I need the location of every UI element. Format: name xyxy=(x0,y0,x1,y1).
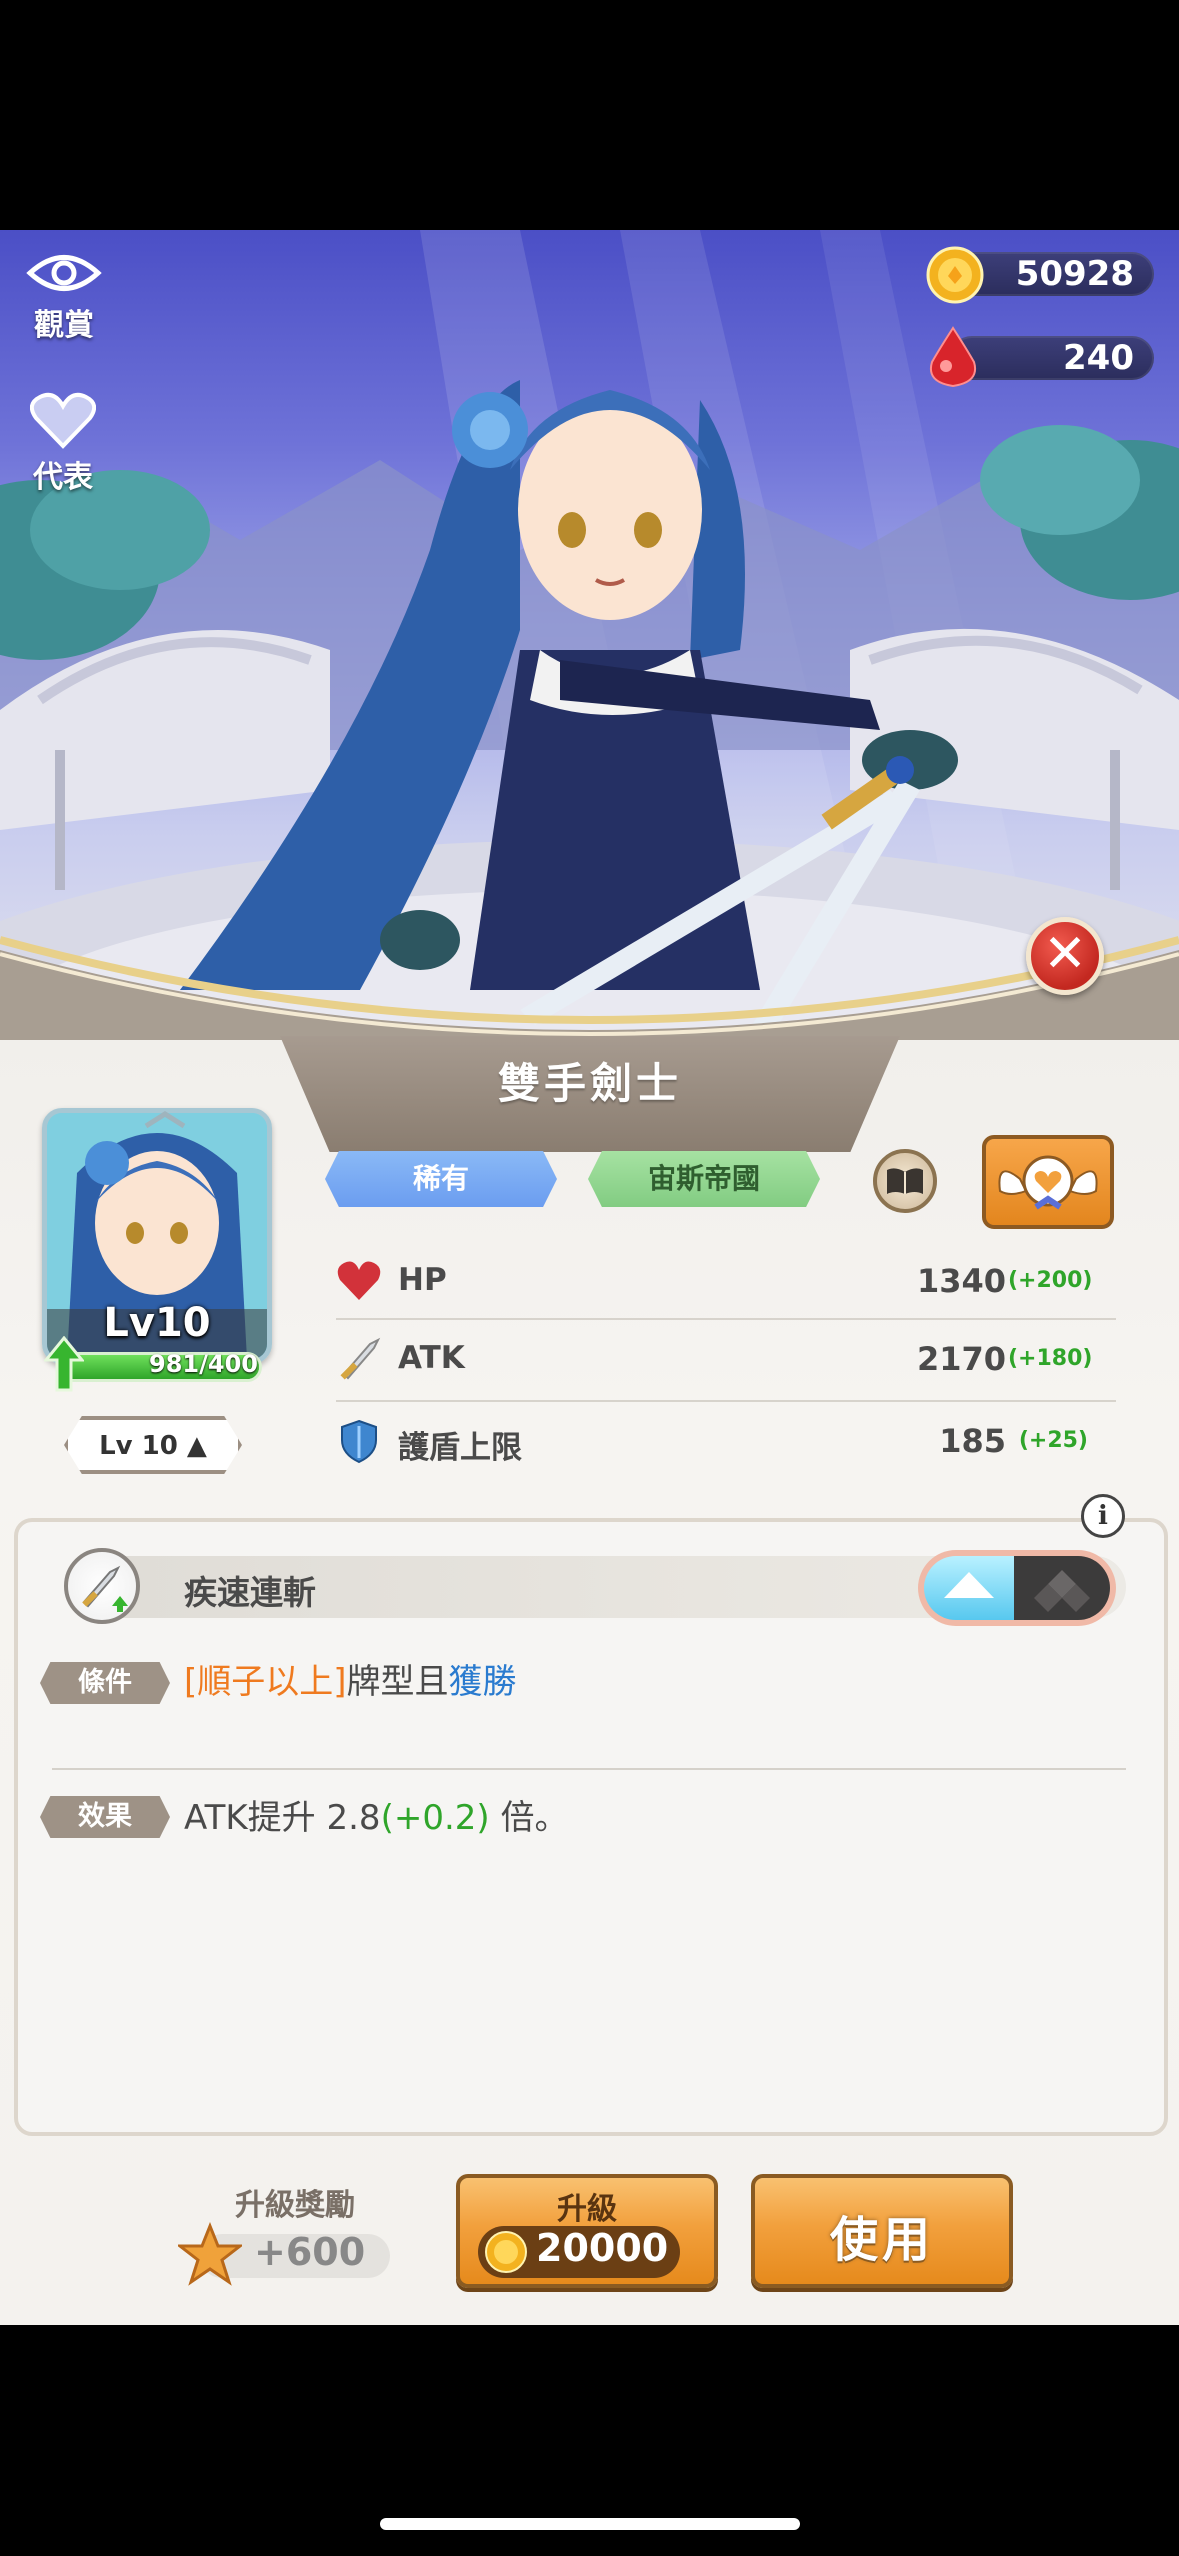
shield-icon xyxy=(341,1419,377,1464)
coin-icon xyxy=(926,246,984,308)
exp-text: 981/400 xyxy=(149,1350,258,1378)
effect-label: 效果 xyxy=(40,1796,170,1838)
heart-icon xyxy=(337,1261,381,1300)
effect-bonus: (+0.2) xyxy=(380,1798,490,1838)
condition-hand-type: [順子以上] xyxy=(184,1662,347,1702)
stat-name: HP xyxy=(398,1262,447,1298)
upgrade-label: 升級 xyxy=(557,2192,617,2227)
triangle-up-icon xyxy=(944,1572,994,1598)
coin-icon xyxy=(484,2230,528,2274)
info-button[interactable]: i xyxy=(1081,1494,1125,1538)
gem-balance: 240 xyxy=(950,336,1154,380)
eye-icon xyxy=(26,255,102,291)
upgrade-cost: 20000 xyxy=(536,2226,669,2270)
stat-divider xyxy=(336,1400,1116,1402)
stat-value: 185 xyxy=(939,1422,1006,1460)
reward-title: 升級獎勵 xyxy=(235,2188,355,2223)
condition-win: 獲勝 xyxy=(448,1662,517,1702)
effect-post: 倍。 xyxy=(489,1798,569,1838)
stat-bonus: (+200) xyxy=(1008,1268,1093,1293)
stat-row-atk: ATK 2170 (+180) xyxy=(336,1326,1116,1396)
skill-name: 疾速連斬 xyxy=(184,1573,316,1612)
stat-value: 1340 xyxy=(916,1262,1006,1300)
winged-heart-icon xyxy=(998,1155,1098,1210)
effect-text: ATK提升 2.8(+0.2) 倍。 xyxy=(184,1790,568,1839)
level-badge-button[interactable]: Lv 10 ▲ xyxy=(64,1416,242,1474)
class-name-title: 雙手劍士 xyxy=(497,1059,682,1108)
skill-icon xyxy=(64,1548,140,1624)
skill-divider xyxy=(52,1768,1126,1770)
condition-text: [順子以上]牌型且獲勝 xyxy=(184,1654,517,1703)
star-icon xyxy=(175,2221,245,2286)
stat-name: 護盾上限 xyxy=(398,1430,522,1466)
book-icon xyxy=(887,1168,923,1194)
stat-bonus: (+180) xyxy=(1008,1346,1093,1371)
stat-divider xyxy=(336,1318,1116,1320)
stat-row-hp: HP 1340 (+200) xyxy=(336,1248,1116,1318)
stat-bonus: (+25) xyxy=(1018,1428,1088,1453)
faction-tag: 宙斯帝國 xyxy=(588,1151,820,1207)
represent-button[interactable]: 代表 xyxy=(30,392,96,496)
cards-icon xyxy=(1034,1570,1090,1612)
stat-name: ATK xyxy=(398,1340,465,1376)
home-indicator[interactable] xyxy=(380,2518,800,2530)
represent-label: 代表 xyxy=(33,460,93,495)
rarity-tag: 稀有 xyxy=(325,1151,557,1207)
book-button[interactable] xyxy=(873,1149,937,1213)
toggle-cards-option[interactable] xyxy=(1014,1556,1110,1620)
stat-row-shield: 護盾上限 185 (+25) xyxy=(336,1408,1116,1478)
skill-toggle[interactable] xyxy=(918,1550,1116,1626)
info-icon: i xyxy=(1098,1501,1108,1531)
chevron-up-icon xyxy=(142,1110,188,1134)
use-label: 使用 xyxy=(829,2212,934,2268)
close-button[interactable]: ✕ xyxy=(1026,917,1104,995)
stat-value: 2170 xyxy=(916,1340,1006,1378)
toggle-up-option[interactable] xyxy=(924,1556,1014,1620)
sword-icon xyxy=(340,1337,381,1380)
view-button[interactable]: 觀賞 xyxy=(26,248,102,344)
blood-gem-icon xyxy=(926,326,980,392)
view-label: 觀賞 xyxy=(34,308,94,343)
reward-value: +600 xyxy=(254,2230,366,2274)
favorite-badge-button[interactable] xyxy=(982,1135,1114,1229)
condition-label: 條件 xyxy=(40,1662,170,1704)
effect-pre: ATK提升 2.8 xyxy=(184,1798,381,1838)
heart-icon xyxy=(30,392,96,449)
close-icon: ✕ xyxy=(1043,924,1087,984)
sword-upgrade-icon xyxy=(82,1565,128,1612)
condition-mid: 牌型且 xyxy=(346,1662,449,1702)
